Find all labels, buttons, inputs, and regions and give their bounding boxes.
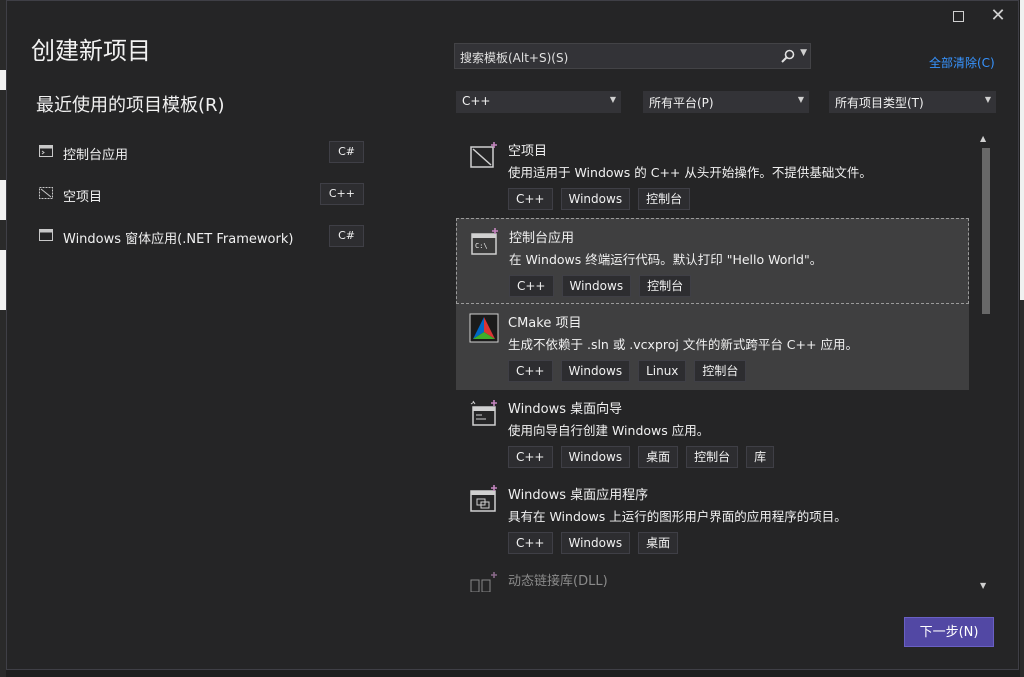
- background-ide-right: [1020, 0, 1024, 677]
- tag: C++: [508, 532, 553, 554]
- scrollbar-thumb[interactable]: [982, 148, 990, 314]
- tag: 控制台: [639, 275, 692, 297]
- template-desktop-app[interactable]: Windows 桌面应用程序 具有在 Windows 上运行的图形用户界面的应用…: [456, 476, 969, 562]
- template-name: CMake 项目: [508, 316, 582, 331]
- recent-item-empty-project[interactable]: 空项目 C++: [39, 183, 364, 225]
- dialog-title: 创建新项目: [31, 37, 151, 65]
- template-console-app[interactable]: C:\ 控制台应用 在 Windows 终端运行代码。默认打印 "Hello W…: [456, 218, 969, 304]
- maximize-button[interactable]: [943, 5, 973, 27]
- recent-item-label: 空项目: [63, 190, 103, 205]
- empty-project-icon: [470, 142, 497, 168]
- chevron-down-icon[interactable]: ▼: [800, 48, 807, 58]
- clear-all-link[interactable]: 全部清除(C): [929, 54, 995, 71]
- chevron-down-icon: ▼: [797, 95, 804, 104]
- platform-dropdown-value: 所有平台(P): [649, 96, 714, 110]
- language-badge: C#: [329, 225, 364, 247]
- tag: Windows: [561, 275, 632, 297]
- template-tags: C++ Windows 控制台: [508, 188, 691, 210]
- template-cmake-project[interactable]: CMake 项目 生成不依赖于 .sln 或 .vcxproj 文件的新式跨平台…: [456, 304, 969, 390]
- tag: 控制台: [638, 188, 691, 210]
- scroll-down-icon[interactable]: ▼: [980, 581, 986, 590]
- template-empty-project[interactable]: 空项目 使用适用于 Windows 的 C++ 从头开始操作。不提供基础文件。 …: [456, 132, 969, 218]
- recent-item-windows-forms[interactable]: Windows 窗体应用(.NET Framework) C#: [39, 225, 364, 267]
- chevron-down-icon: ▼: [984, 95, 991, 104]
- scroll-up-icon[interactable]: ▲: [980, 134, 986, 143]
- search-input[interactable]: 搜索模板(Alt+S)(S) ▼: [454, 43, 811, 69]
- template-tags: C++ Windows 桌面 控制台 库: [508, 446, 775, 468]
- tag: 控制台: [694, 360, 747, 382]
- language-dropdown[interactable]: C++ ▼: [456, 91, 621, 113]
- maximize-icon: [952, 11, 964, 22]
- template-dll[interactable]: 动态链接库(DLL): [456, 562, 969, 592]
- tag: C++: [508, 188, 553, 210]
- language-badge: C++: [319, 183, 364, 205]
- template-list: 空项目 使用适用于 Windows 的 C++ 从头开始操作。不提供基础文件。 …: [456, 132, 969, 592]
- language-dropdown-value: C++: [462, 94, 491, 108]
- language-badge: C#: [329, 141, 364, 163]
- template-name: Windows 桌面向导: [508, 402, 623, 417]
- platform-dropdown[interactable]: 所有平台(P) ▼: [643, 91, 809, 113]
- tag: C++: [508, 446, 553, 468]
- recent-templates-heading: 最近使用的项目模板(R): [36, 95, 225, 116]
- empty-project-icon: [39, 187, 53, 199]
- tag: C++: [509, 275, 554, 297]
- tag: 桌面: [638, 532, 679, 554]
- console-app-icon: C:\: [471, 228, 498, 255]
- windows-forms-icon: [39, 229, 53, 241]
- tag: C++: [508, 360, 553, 382]
- template-tags: C++ Windows 桌面: [508, 532, 679, 554]
- template-name: 空项目: [508, 144, 548, 159]
- template-list-scrollbar[interactable]: ▲ ▼: [979, 132, 993, 592]
- project-type-dropdown-value: 所有项目类型(T): [835, 96, 924, 110]
- template-description: 具有在 Windows 上运行的图形用户界面的应用程序的项目。: [508, 509, 847, 524]
- template-tags: C++ Windows Linux 控制台: [508, 360, 747, 382]
- template-description: 生成不依赖于 .sln 或 .vcxproj 文件的新式跨平台 C++ 应用。: [508, 337, 858, 352]
- template-description: 在 Windows 终端运行代码。默认打印 "Hello World"。: [509, 252, 823, 267]
- template-name: 动态链接库(DLL): [508, 574, 608, 589]
- project-type-dropdown[interactable]: 所有项目类型(T) ▼: [829, 91, 996, 113]
- chevron-down-icon: ▼: [609, 95, 616, 104]
- desktop-app-icon: [470, 485, 497, 512]
- desktop-wizard-icon: [470, 400, 497, 426]
- close-button[interactable]: ✕: [983, 5, 1013, 27]
- create-project-dialog: ✕ 创建新项目 最近使用的项目模板(R) 控制台应用 C# 空项目 C++ Wi…: [6, 0, 1019, 670]
- recent-item-label: Windows 窗体应用(.NET Framework): [63, 232, 294, 247]
- cmake-icon: [469, 313, 499, 343]
- tag: Windows: [560, 446, 631, 468]
- template-name: 控制台应用: [509, 231, 575, 246]
- recent-item-label: 控制台应用: [63, 148, 129, 163]
- template-name: Windows 桌面应用程序: [508, 488, 649, 503]
- recent-item-console-app[interactable]: 控制台应用 C#: [39, 141, 364, 183]
- next-button[interactable]: 下一步(N): [904, 617, 994, 647]
- tag: Windows: [560, 532, 631, 554]
- template-description: 使用适用于 Windows 的 C++ 从头开始操作。不提供基础文件。: [508, 165, 872, 180]
- recent-templates-list: 控制台应用 C# 空项目 C++ Windows 窗体应用(.NET Frame…: [39, 141, 364, 267]
- tag: Windows: [560, 188, 631, 210]
- dll-icon: [470, 572, 497, 592]
- svg-text:C:\: C:\: [475, 242, 488, 250]
- template-tags: C++ Windows 控制台: [509, 275, 692, 297]
- tag: Windows: [560, 360, 631, 382]
- tag: 控制台: [686, 446, 739, 468]
- tag: 桌面: [638, 446, 679, 468]
- template-description: 使用向导自行创建 Windows 应用。: [508, 423, 710, 438]
- console-app-icon: [39, 145, 53, 157]
- template-desktop-wizard[interactable]: Windows 桌面向导 使用向导自行创建 Windows 应用。 C++ Wi…: [456, 390, 969, 476]
- tag: Linux: [638, 360, 687, 382]
- search-placeholder: 搜索模板(Alt+S)(S): [460, 51, 569, 65]
- search-icon[interactable]: [780, 48, 796, 64]
- tag: 库: [746, 446, 775, 468]
